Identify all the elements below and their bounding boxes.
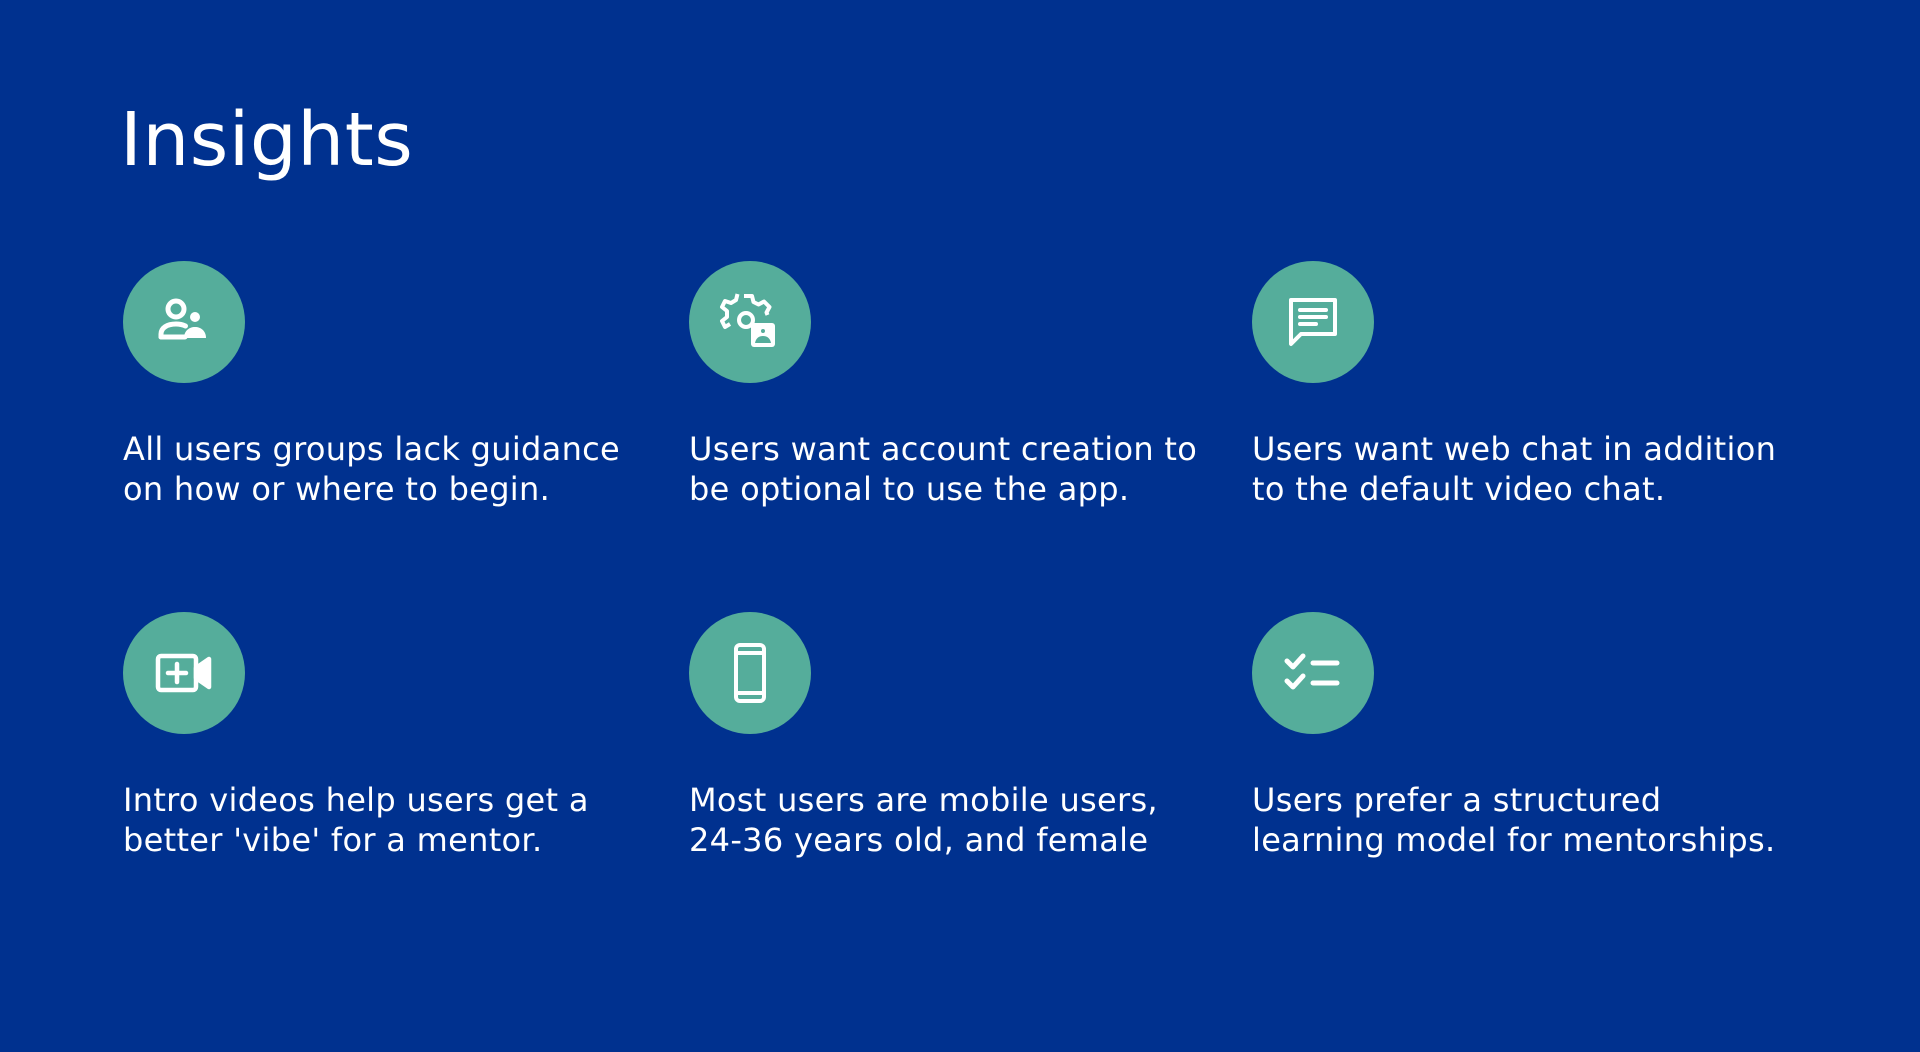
insight-card-structured-learning: Users prefer a structured learning model… [1252,612,1792,860]
mobile-phone-icon [689,612,811,734]
insight-text: All users groups lack guidance on how or… [123,429,663,509]
insight-text-line: to the default video chat. [1252,470,1666,508]
insight-text-line: on how or where to begin. [123,470,551,508]
insight-text-line: 24-36 years old, and female [689,821,1149,859]
insight-card-optional-account: Users want account creation to be option… [689,261,1229,509]
insight-text: Users prefer a structured learning model… [1252,780,1792,860]
insight-text-line: be optional to use the app. [689,470,1130,508]
insight-text: Users want account creation to be option… [689,429,1229,509]
insight-text-line: better 'vibe' for a mentor. [123,821,543,859]
insight-card-intro-videos: Intro videos help users get a better 'vi… [123,612,663,860]
insight-text: Intro videos help users get a better 'vi… [123,780,663,860]
checklist-icon [1252,612,1374,734]
insight-card-user-guidance: All users groups lack guidance on how or… [123,261,663,509]
insight-text: Users want web chat in addition to the d… [1252,429,1792,509]
insight-card-web-chat: Users want web chat in addition to the d… [1252,261,1792,509]
insight-text-line: Intro videos help users get a [123,781,589,819]
account-settings-icon [689,261,811,383]
user-group-icon [123,261,245,383]
insight-text-line: Users prefer a structured [1252,781,1662,819]
page-title: Insights [120,97,414,183]
insight-text-line: All users groups lack guidance [123,430,621,468]
insight-card-mobile-users: Most users are mobile users, 24-36 years… [689,612,1229,860]
insight-text-line: Users want account creation to [689,430,1198,468]
video-call-icon [123,612,245,734]
insights-slide: Insights All users groups lack guidance … [0,0,1920,1052]
insight-text-line: Most users are mobile users, [689,781,1158,819]
insight-text-line: Users want web chat in addition [1252,430,1777,468]
insight-text: Most users are mobile users, 24-36 years… [689,780,1229,860]
chat-message-icon [1252,261,1374,383]
insight-text-line: learning model for mentorships. [1252,821,1776,859]
